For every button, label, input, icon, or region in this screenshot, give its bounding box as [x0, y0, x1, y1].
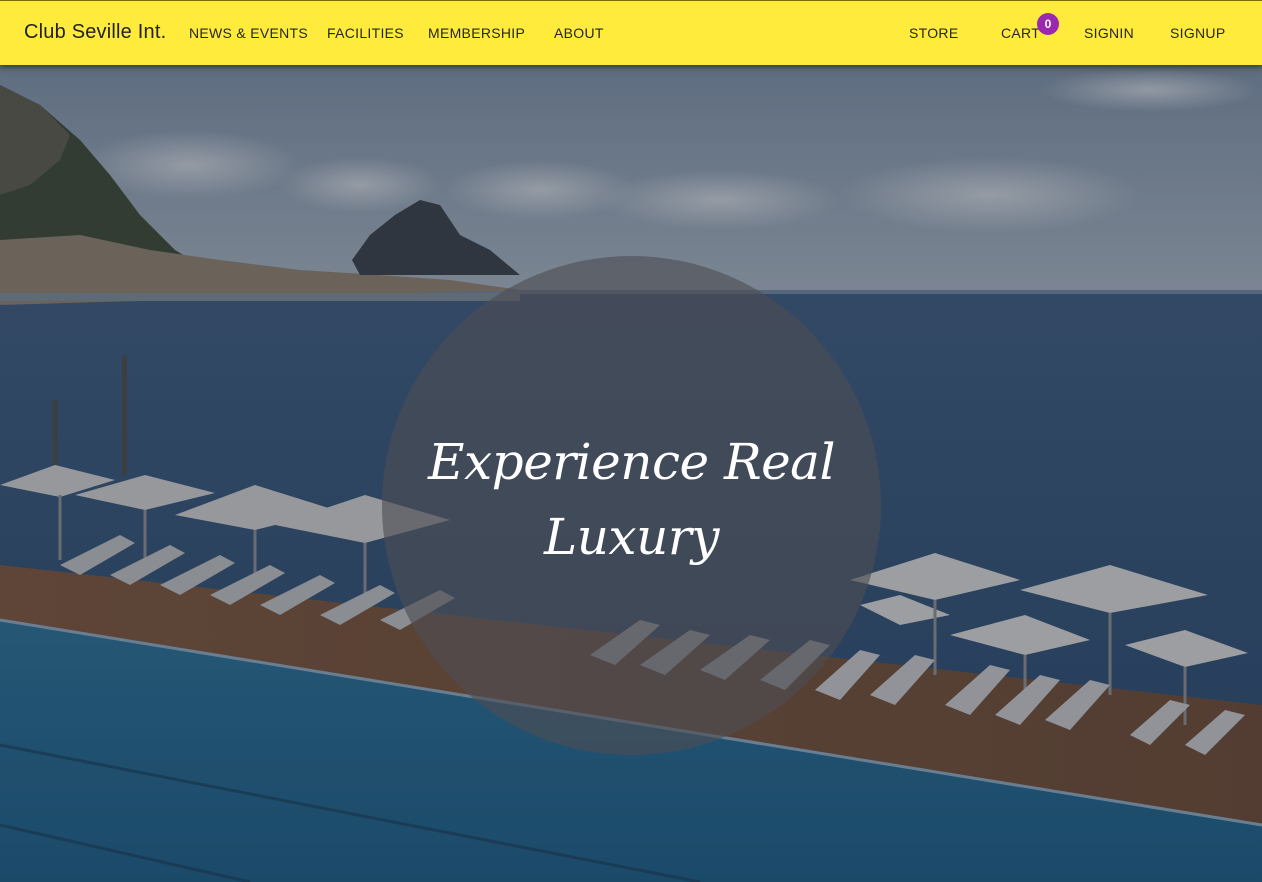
- nav-signup[interactable]: SIGNUP: [1170, 25, 1225, 41]
- app-bar: Club Seville Int. NEWS & EVENTS FACILITI…: [0, 0, 1262, 65]
- nav-membership[interactable]: MEMBERSHIP: [428, 25, 525, 41]
- nav-signin[interactable]: SIGNIN: [1084, 25, 1134, 41]
- nav-facilities[interactable]: FACILITIES: [327, 25, 404, 41]
- hero-headline-line1: Experience Real: [427, 433, 836, 491]
- nav-store[interactable]: STORE: [909, 25, 958, 41]
- hero-section: Experience Real Luxury: [0, 65, 1262, 882]
- hero-headline-line2: Luxury: [544, 508, 719, 566]
- nav-news-events[interactable]: NEWS & EVENTS: [189, 25, 308, 41]
- nav-about[interactable]: ABOUT: [554, 25, 604, 41]
- brand-logo-link[interactable]: Club Seville Int.: [24, 21, 166, 44]
- cart-count-badge: 0: [1037, 13, 1059, 35]
- hero-headline: Experience Real Luxury: [382, 425, 881, 575]
- nav-cart[interactable]: CART: [1001, 25, 1040, 41]
- page: Club Seville Int. NEWS & EVENTS FACILITI…: [0, 0, 1262, 882]
